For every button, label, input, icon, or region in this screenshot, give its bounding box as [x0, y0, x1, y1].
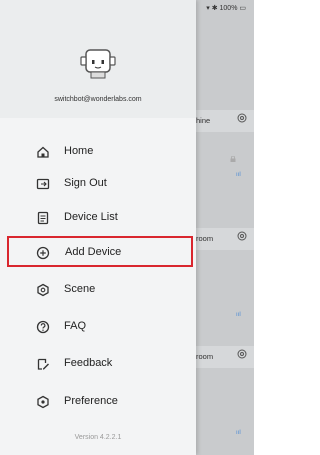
menu-item-home[interactable]: Home: [0, 138, 196, 166]
signal-icon: ııl: [236, 172, 241, 178]
menu-item-scene[interactable]: Scene: [0, 276, 196, 304]
menu-item-feedback[interactable]: Feedback: [0, 350, 196, 378]
menu-item-label: Feedback: [64, 357, 113, 369]
preference-icon: [37, 395, 49, 409]
device-card-label: room: [196, 352, 214, 361]
app-version: Version 4.2.2.1: [74, 434, 122, 441]
faq-icon: [36, 320, 50, 334]
add-circle-icon: [36, 246, 50, 260]
menu-item-label: Sign Out: [64, 177, 107, 189]
menu-item-label: FAQ: [64, 320, 87, 332]
device-card-label: room: [196, 234, 214, 243]
device-card-label: hine: [196, 116, 211, 125]
drawer-header: switchbot@wonderlabs.com: [0, 0, 196, 118]
menu-item-device-list[interactable]: Device List: [0, 204, 196, 232]
navigation-drawer: switchbot@wonderlabs.com Home Sign Out D…: [0, 0, 196, 455]
signal-icon: ııl: [236, 430, 241, 436]
gear-icon[interactable]: [236, 230, 248, 242]
avatar[interactable]: [78, 42, 118, 82]
home-icon: [37, 146, 49, 158]
menu-item-faq[interactable]: FAQ: [0, 313, 196, 341]
wifi-icon: ▾ ✱: [206, 5, 220, 12]
menu-item-add-device[interactable]: Add Device: [7, 236, 193, 267]
lock-icon: [230, 156, 236, 162]
background-device-card[interactable]: hine: [196, 110, 254, 132]
menu-item-label: Home: [64, 145, 94, 157]
device-list-icon: [37, 211, 49, 225]
gear-icon[interactable]: [236, 112, 248, 124]
battery-icon: ▭: [239, 5, 246, 12]
feedback-icon: [37, 358, 49, 370]
status-bar: ▾ ✱ 100% ▭: [206, 4, 246, 12]
menu-item-sign-out[interactable]: Sign Out: [0, 170, 196, 198]
background-device-card[interactable]: room: [196, 346, 254, 368]
menu-item-preference[interactable]: Preference: [0, 388, 196, 416]
menu-item-label: Scene: [64, 283, 96, 295]
sign-out-icon: [36, 178, 50, 190]
scene-icon: [37, 283, 49, 297]
signal-icon: ııl: [236, 312, 241, 318]
menu-item-label: Device List: [64, 211, 118, 223]
menu-item-label: Preference: [64, 395, 118, 407]
gear-icon[interactable]: [236, 348, 248, 360]
menu-item-label: Add Device: [65, 246, 122, 258]
battery-level: 100%: [219, 5, 238, 12]
background-device-card[interactable]: room: [196, 228, 254, 250]
user-email: switchbot@wonderlabs.com: [54, 96, 142, 103]
